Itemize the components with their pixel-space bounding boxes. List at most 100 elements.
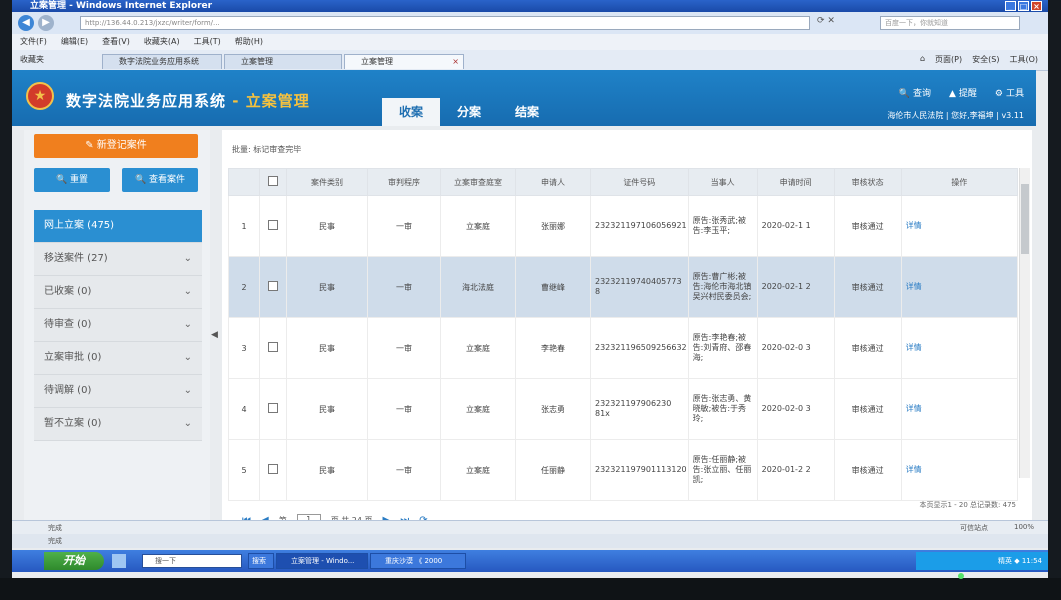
user-info: 海伦市人民法院 | 您好,李福坤 | v3.11: [887, 111, 1024, 120]
sidebar-item-not-filed[interactable]: 暂不立案 (0) ⌄: [34, 408, 202, 441]
table-row[interactable]: 5 民事 一审 立案庭 任丽静 232321197901113120 原告:任丽…: [228, 439, 1019, 501]
tab-assign[interactable]: 分案: [440, 98, 498, 126]
menu-bar: 文件(F) 编辑(E) 查看(V) 收藏夹(A) 工具(T) 帮助(H): [12, 34, 1048, 50]
row-checkbox[interactable]: [268, 403, 278, 413]
sidebar-item-received[interactable]: 已收案 (0) ⌄: [34, 276, 202, 309]
forward-icon[interactable]: ▶: [38, 15, 54, 31]
details-link[interactable]: 详情: [906, 465, 922, 474]
bell-icon: ▲: [948, 89, 956, 99]
col-id: 证件号码: [590, 168, 689, 196]
sidebar-item-transferred[interactable]: 移送案件 (27) ⌄: [34, 243, 202, 276]
table-row[interactable]: 2 民事 一审 海北法庭 曹继峰 23232119740405773 8 原告:…: [228, 256, 1019, 318]
row-checkbox[interactable]: [268, 220, 278, 230]
cmd-tools[interactable]: 工具(O): [1009, 54, 1038, 65]
chevron-down-icon: ⌄: [183, 418, 192, 429]
table-row[interactable]: 3 民事 一审 立案庭 李艳春 232321196509256632 原告:李艳…: [228, 317, 1019, 379]
screen: 41 立案管理 - Windows Internet Explorer _ □ …: [12, 0, 1048, 578]
court-emblem-icon: ★: [26, 82, 54, 110]
details-link[interactable]: 详情: [906, 404, 922, 413]
case-table: 案件类别 审判程序 立案审查庭室 申请人 证件号码 当事人 申请时间 审核状态 …: [228, 168, 1019, 501]
favorites-label[interactable]: 收藏夹: [20, 54, 44, 65]
trusted-site-label: 可信站点: [960, 524, 988, 532]
app-header: ★ 数字法院业务应用系统 - 立案管理 收案 分案 结案 🔍 查询 ▲ 提醒 ⚙ 工具…: [12, 70, 1036, 126]
menu-view[interactable]: 查看(V): [102, 34, 130, 50]
tab-close-icon[interactable]: ×: [452, 55, 459, 68]
favorites-bar: 收藏夹 数字法院业务应用系统 立案管理 立案管理 × ⌂ 页面(P) 安全(S) …: [12, 50, 1048, 71]
col-type: 案件类别: [286, 168, 368, 196]
sidebar-collapse-icon[interactable]: ◀: [211, 330, 218, 340]
sidebar-item-pending-review[interactable]: 待审查 (0) ⌄: [34, 309, 202, 342]
url-input[interactable]: http://136.44.0.213/jxzc/writer/form/...: [80, 16, 810, 30]
search-icon: 🔍: [55, 175, 71, 185]
batch-action[interactable]: 批量: 标记审查完毕: [232, 144, 301, 155]
chevron-down-icon: ⌄: [183, 385, 192, 396]
ie-status-bar: 完成: [12, 534, 1048, 548]
cmd-safety[interactable]: 安全(S): [972, 54, 999, 65]
row-checkbox[interactable]: [268, 342, 278, 352]
col-select: [259, 168, 287, 196]
system-title: 数字法院业务应用系统 - 立案管理: [66, 92, 310, 110]
col-status: 审核状态: [833, 168, 902, 196]
back-icon[interactable]: ◀: [18, 15, 34, 31]
table-row[interactable]: 4 民事 一审 立案庭 张志勇 232321197906230 81x 原告:张…: [228, 378, 1019, 440]
edit-icon: ✎: [85, 140, 97, 151]
query-case-button[interactable]: 🔍 查看案件: [122, 168, 198, 192]
menu-edit[interactable]: 编辑(E): [61, 34, 88, 50]
main-panel: 批量: 标记审查完毕 案件类别 审判程序 立案审查庭室 申请人 证件号码 当事人…: [222, 130, 1032, 540]
taskbar-search-input[interactable]: 搜一下: [142, 554, 242, 568]
close-icon[interactable]: ×: [1031, 1, 1042, 11]
tab-system[interactable]: 数字法院业务应用系统: [102, 54, 222, 69]
table-row[interactable]: 1 民事 一审 立案庭 张丽娜 232321197106056921 原告:张秀…: [228, 195, 1019, 257]
col-applicant: 申请人: [515, 168, 591, 196]
details-link[interactable]: 详情: [906, 343, 922, 352]
scrollbar-thumb[interactable]: [1021, 184, 1029, 254]
refresh-icon[interactable]: ⟳ ✕: [817, 16, 835, 26]
details-link[interactable]: 详情: [906, 282, 922, 291]
search-icon: 🔍: [134, 175, 150, 185]
tab-filing-1[interactable]: 立案管理: [224, 54, 342, 69]
sidebar-item-online[interactable]: 网上立案 (475): [34, 210, 202, 243]
header-tools: 🔍 查询 ▲ 提醒 ⚙ 工具: [899, 86, 1024, 99]
menu-help[interactable]: 帮助(H): [235, 34, 263, 50]
desktop-icon[interactable]: [112, 554, 126, 568]
sidebar-item-approval[interactable]: 立案审批 (0) ⌄: [34, 342, 202, 375]
remind-tool[interactable]: ▲ 提醒: [949, 86, 977, 99]
system-subtitle: 立案管理: [245, 92, 310, 110]
tools-tool[interactable]: ⚙ 工具: [995, 86, 1024, 99]
task-ie-window[interactable]: 立案管理 - Windo...: [276, 553, 368, 569]
vertical-scrollbar[interactable]: [1019, 168, 1030, 478]
chevron-down-icon: ⌄: [183, 286, 192, 297]
home-icon[interactable]: ⌂: [920, 54, 925, 65]
cmd-page[interactable]: 页面(P): [935, 54, 962, 65]
tab-close-case[interactable]: 结案: [498, 98, 556, 126]
maximize-icon[interactable]: □: [1018, 1, 1029, 11]
chevron-down-icon: ⌄: [183, 352, 192, 363]
app-status-bar: 完成 可信站点 100%: [12, 520, 1048, 535]
col-court: 立案审查庭室: [440, 168, 516, 196]
module-tabs: 收案 分案 结案: [382, 98, 556, 126]
chevron-down-icon: ⌄: [183, 253, 192, 264]
sidebar-item-mediation[interactable]: 待调解 (0) ⌄: [34, 375, 202, 408]
task-other[interactable]: 重庆沙漠 《 2000: [370, 553, 466, 569]
menu-tools[interactable]: 工具(T): [194, 34, 221, 50]
select-all-checkbox[interactable]: [268, 176, 278, 186]
windows-taskbar: 开始 搜一下 搜索 立案管理 - Windo... 重庆沙漠 《 2000 精英…: [12, 550, 1048, 572]
task-search[interactable]: 搜索: [248, 553, 274, 569]
zoom-level[interactable]: 100%: [1014, 523, 1034, 531]
menu-favorites[interactable]: 收藏夹(A): [144, 34, 180, 50]
details-link[interactable]: 详情: [906, 221, 922, 230]
sidebar: ✎ 新登记案件 🔍 重置 🔍 查看案件 网上立案 (475) 移送案件 (27)…: [24, 130, 210, 540]
new-case-button[interactable]: ✎ 新登记案件: [34, 134, 198, 158]
row-checkbox[interactable]: [268, 464, 278, 474]
menu-file[interactable]: 文件(F): [20, 34, 47, 50]
tab-filing-2[interactable]: 立案管理 ×: [344, 54, 464, 69]
reset-button[interactable]: 🔍 重置: [34, 168, 110, 192]
power-led-icon: [958, 573, 964, 579]
minimize-icon[interactable]: _: [1005, 1, 1016, 11]
query-tool[interactable]: 🔍 查询: [899, 86, 931, 99]
row-checkbox[interactable]: [268, 281, 278, 291]
start-button[interactable]: 开始: [44, 552, 104, 570]
tab-receive[interactable]: 收案: [382, 98, 440, 126]
search-input[interactable]: 百度一下，你就知道: [880, 16, 1020, 30]
table-header: 案件类别 审判程序 立案审查庭室 申请人 证件号码 当事人 申请时间 审核状态 …: [228, 168, 1019, 196]
